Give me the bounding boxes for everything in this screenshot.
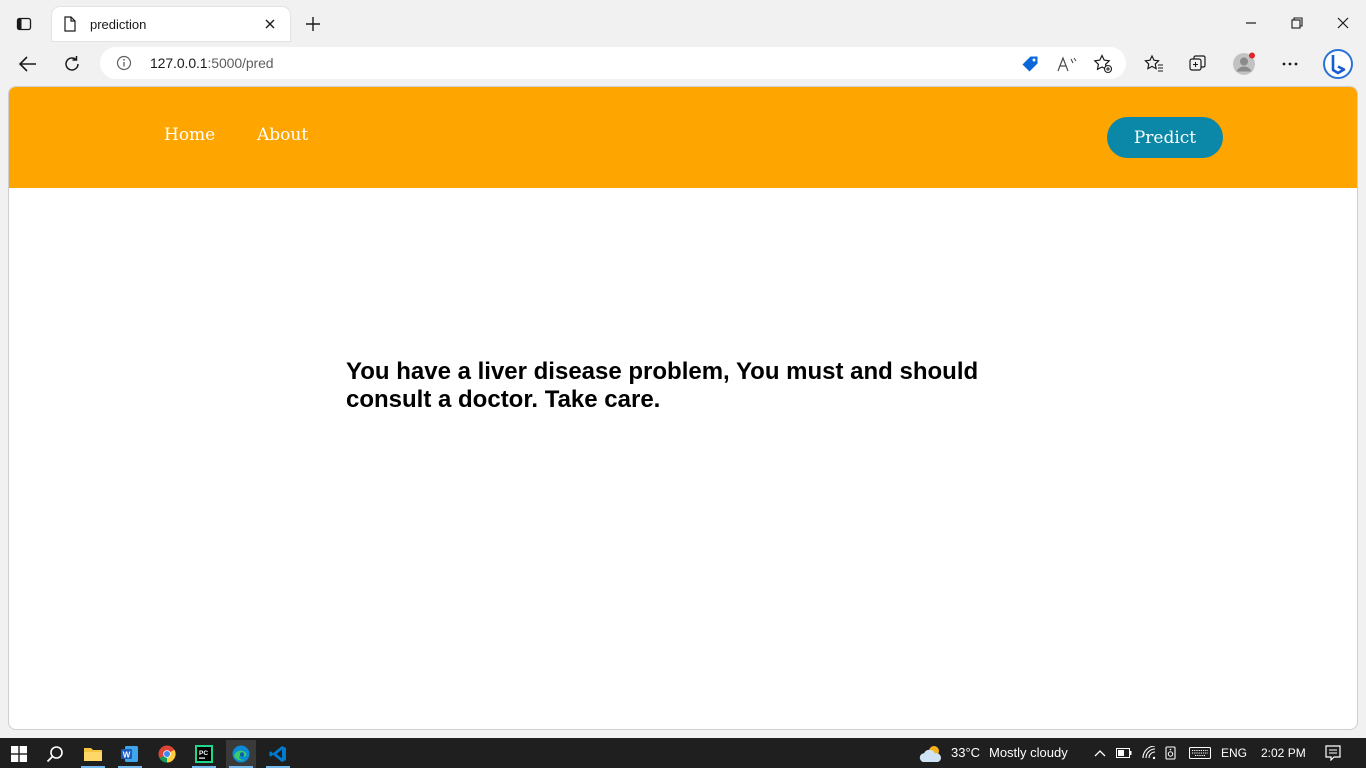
back-icon[interactable]	[14, 50, 42, 78]
url-text[interactable]: 127.0.0.1:5000/pred	[150, 55, 274, 71]
search-icon[interactable]	[40, 740, 70, 768]
chevron-up-icon[interactable]	[1092, 745, 1108, 761]
wifi-icon[interactable]	[1141, 745, 1157, 761]
file-explorer-icon[interactable]	[78, 740, 108, 768]
weather-cloud-icon[interactable]	[918, 743, 944, 765]
prediction-result-message: You have a liver disease problem, You mu…	[346, 358, 979, 413]
nav-home-link[interactable]: Home	[164, 125, 215, 145]
tab-title: prediction	[90, 16, 147, 32]
minimize-icon[interactable]	[1237, 10, 1265, 36]
browser-tabstrip: prediction	[0, 0, 1366, 46]
browser-tab[interactable]: prediction	[52, 7, 290, 41]
nav-about-link[interactable]: About	[257, 125, 308, 145]
restore-icon[interactable]	[1283, 10, 1311, 36]
close-tab-icon[interactable]	[260, 14, 280, 34]
page-icon	[62, 16, 78, 32]
url-host: 127.0.0.1	[150, 55, 208, 71]
more-options-icon[interactable]	[1276, 50, 1304, 78]
address-bar[interactable]: 127.0.0.1:5000/pred	[100, 47, 1126, 79]
close-window-icon[interactable]	[1329, 10, 1357, 36]
predict-button[interactable]: Predict	[1107, 117, 1223, 158]
svg-text:PC: PC	[199, 750, 208, 757]
site-info-icon[interactable]	[116, 55, 132, 71]
weather-temperature[interactable]: 33°C	[951, 745, 980, 760]
pycharm-app-icon[interactable]: PC	[189, 740, 219, 768]
svg-text:W: W	[123, 750, 131, 759]
site-navbar: Home About Predict	[9, 87, 1357, 188]
notifications-icon[interactable]	[1325, 745, 1341, 761]
add-favorite-icon[interactable]	[1093, 54, 1113, 74]
windows-taskbar: W PC 33°C Mostly cloudy ENG 2:02 PM	[0, 738, 1366, 768]
tab-actions-icon[interactable]	[12, 12, 36, 36]
edge-app-icon[interactable]	[226, 740, 256, 768]
bing-copilot-icon[interactable]	[1321, 47, 1355, 81]
read-aloud-icon[interactable]	[1057, 54, 1077, 74]
speaker-icon[interactable]	[1164, 745, 1180, 761]
clock-time[interactable]: 2:02 PM	[1261, 746, 1306, 760]
language-indicator[interactable]: ENG	[1221, 746, 1247, 760]
shopping-tag-icon[interactable]	[1020, 54, 1040, 74]
new-tab-icon[interactable]	[301, 12, 325, 36]
battery-icon[interactable]	[1116, 745, 1132, 761]
keyboard-icon[interactable]	[1188, 745, 1212, 761]
browser-toolbar: 127.0.0.1:5000/pred	[0, 44, 1366, 84]
url-path: :5000/pred	[207, 55, 274, 71]
windows-start-icon[interactable]	[4, 740, 34, 768]
vscode-app-icon[interactable]	[263, 740, 293, 768]
chrome-app-icon[interactable]	[152, 740, 182, 768]
collections-icon[interactable]	[1184, 50, 1212, 78]
weather-condition[interactable]: Mostly cloudy	[989, 745, 1068, 760]
refresh-icon[interactable]	[58, 50, 86, 78]
page-viewport: Home About Predict You have a liver dise…	[8, 86, 1358, 730]
word-app-icon[interactable]: W	[115, 740, 145, 768]
favorites-icon[interactable]	[1140, 50, 1168, 78]
profile-avatar-icon[interactable]	[1230, 50, 1258, 78]
